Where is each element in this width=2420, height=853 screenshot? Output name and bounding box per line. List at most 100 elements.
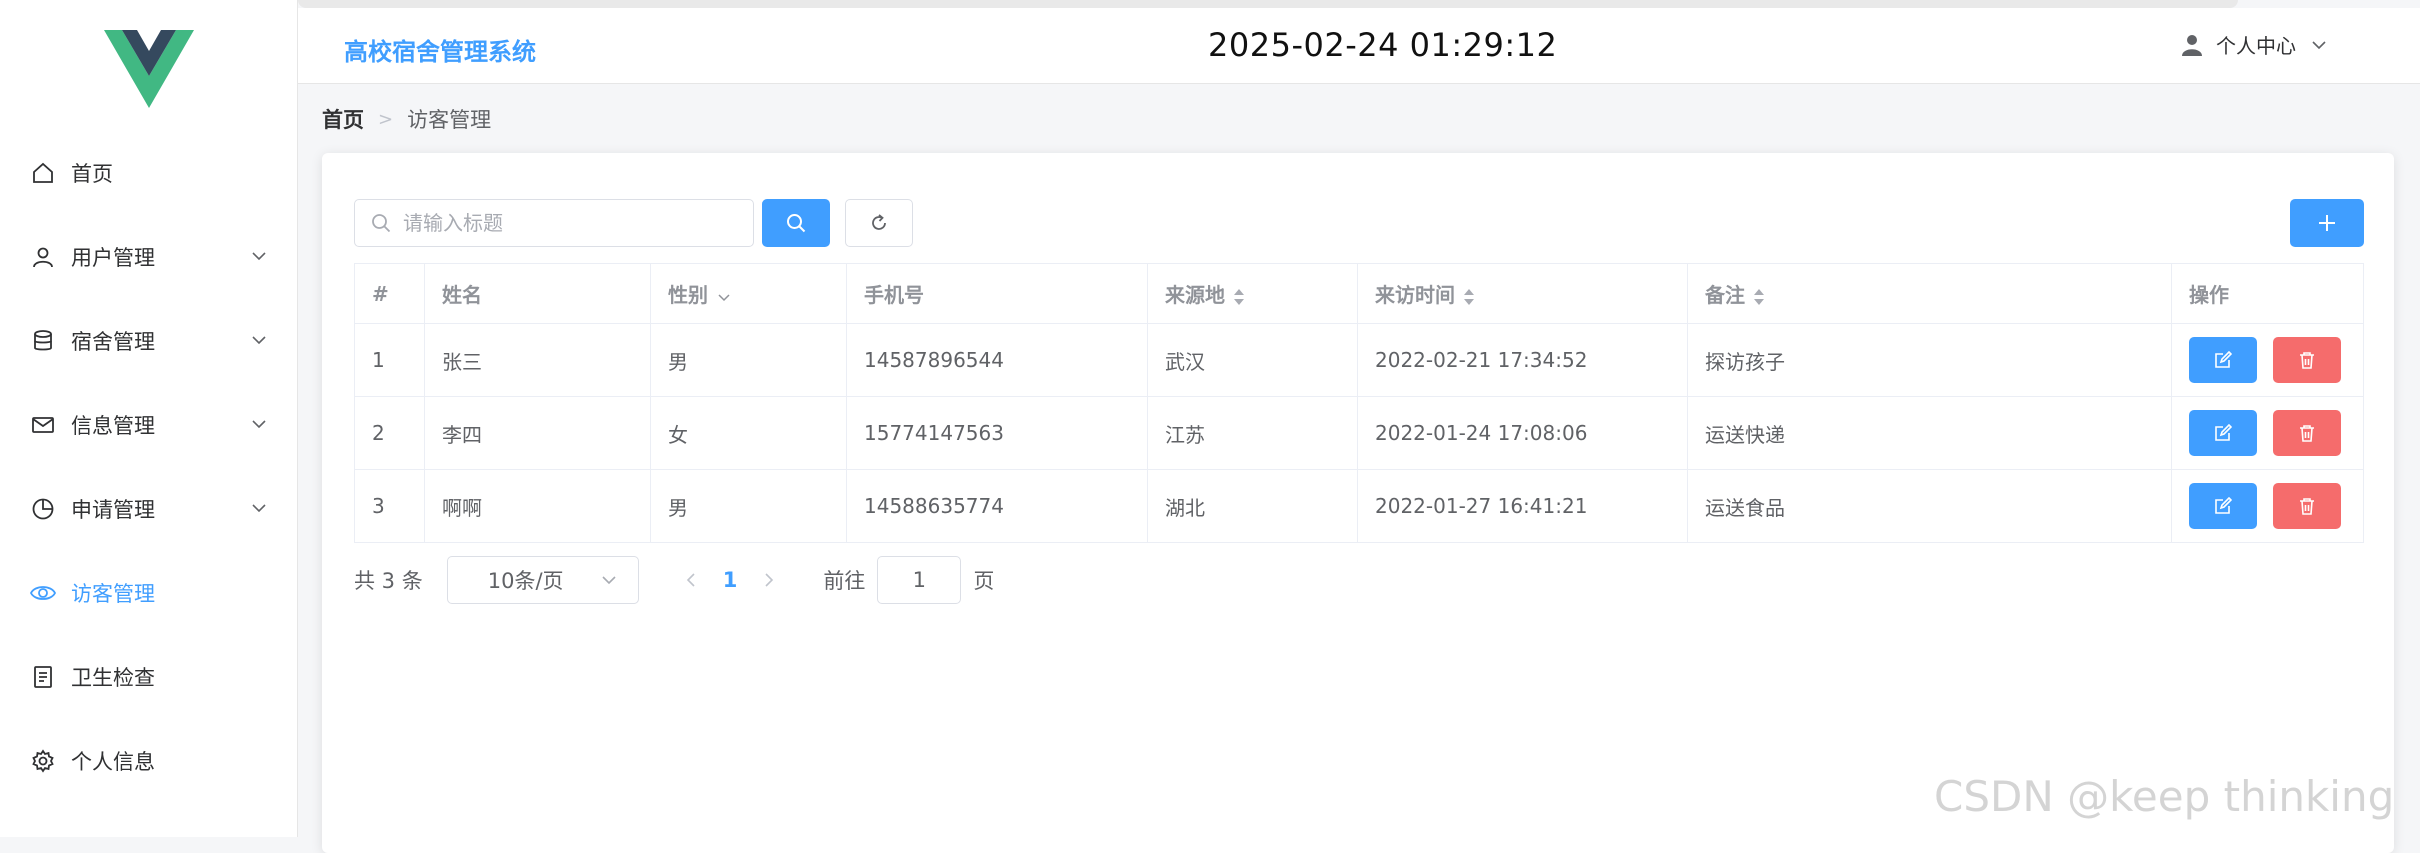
cell-phone: 15774147563 [846,396,1148,470]
column-header-visit-time[interactable]: 来访时间 [1357,263,1688,324]
search-input[interactable] [403,211,743,235]
user-icon [30,244,56,270]
trash-icon [2300,425,2314,442]
column-header-visit-time-label: 来访时间 [1375,283,1455,307]
column-header-origin-label: 来源地 [1165,283,1225,307]
column-header-note[interactable]: 备注 [1687,263,2172,324]
sidebar-item-hygiene-check[interactable]: 卫生检查 [0,635,298,719]
cell-phone: 14587896544 [846,323,1148,397]
user-icon [2182,34,2202,56]
user-center-label: 个人中心 [2216,34,2296,58]
sidebar-item-label: 宿舍管理 [71,330,155,354]
cell-origin: 湖北 [1147,469,1358,543]
edit-button[interactable] [2189,483,2257,529]
table-row: 1 张三 男 14587896544 武汉 2022-02-21 17:34:5… [354,323,2364,397]
column-header-name: 姓名 [424,263,651,324]
sidebar-menu: 首页 用户管理 宿舍管理 信息管理 申请管理 访客管理 卫生检查 个人信息 [0,131,298,803]
trash-icon [2300,352,2314,369]
chevron-down-icon [252,504,266,513]
pie-chart-icon [30,496,56,522]
datetime-display: 2025-02-24 01:29:12 [1208,26,1558,64]
delete-button[interactable] [2273,337,2341,383]
filter-chevron-icon [718,293,730,301]
cell-visit-time: 2022-01-24 17:08:06 [1357,396,1688,470]
table-row: 2 李四 女 15774147563 江苏 2022-01-24 17:08:0… [354,396,2364,470]
delete-button[interactable] [2273,410,2341,456]
cell-index: 1 [354,323,425,397]
app-title: 高校宿舍管理系统 [344,38,536,66]
next-page-icon[interactable] [759,570,779,590]
search-input-wrapper[interactable] [354,199,754,247]
sidebar-item-visitor-management[interactable]: 访客管理 [0,551,298,635]
pagination: 共 3 条 10条/页 1 前往 页 [354,556,994,604]
sidebar-item-dorm-management[interactable]: 宿舍管理 [0,299,298,383]
visitor-table: # 姓名 性别 手机号 来源地 来访时间 备注 操作 1 张三 男 145878… [354,263,2364,543]
add-button[interactable] [2290,199,2364,247]
chevron-down-icon [2312,40,2326,49]
breadcrumb-home[interactable]: 首页 [322,104,364,134]
sidebar-item-application-management[interactable]: 申请管理 [0,467,298,551]
cell-index: 2 [354,396,425,470]
edit-icon [2215,424,2232,441]
chevron-down-icon [252,336,266,345]
chevron-down-icon [252,252,266,261]
breadcrumb-current: 访客管理 [407,108,492,132]
goto-label: 前往 [823,569,866,593]
chevron-right-icon: > [378,108,394,130]
cell-gender: 男 [650,323,847,397]
column-header-index: # [354,263,425,324]
column-header-gender[interactable]: 性别 [650,263,847,324]
cell-gender: 女 [650,396,847,470]
vue-logo-icon [104,30,194,108]
column-header-actions: 操作 [2171,263,2364,324]
sidebar-item-label: 申请管理 [71,498,155,522]
database-icon [30,328,56,354]
page-size-value: 10条/页 [487,569,564,593]
column-header-origin[interactable]: 来源地 [1147,263,1358,324]
column-header-note-label: 备注 [1705,283,1745,307]
sidebar-item-home[interactable]: 首页 [0,131,298,215]
cell-gender: 男 [650,469,847,543]
sidebar-item-personal-info[interactable]: 个人信息 [0,719,298,803]
cell-origin: 武汉 [1147,323,1358,397]
chevron-down-icon [252,420,266,429]
page-number-current[interactable]: 1 [723,568,738,592]
sidebar-item-label: 访客管理 [71,582,155,606]
cell-origin: 江苏 [1147,396,1358,470]
window-top-edge [298,0,2238,8]
cell-actions [2171,469,2364,543]
sidebar-item-label: 个人信息 [71,750,155,774]
search-icon [787,214,806,233]
cell-name: 李四 [424,396,651,470]
content-card: # 姓名 性别 手机号 来源地 来访时间 备注 操作 1 张三 男 145878… [322,153,2394,853]
sidebar-item-label: 首页 [71,162,113,186]
reset-button[interactable] [845,199,913,247]
column-header-phone: 手机号 [846,263,1148,324]
breadcrumb: 首页 > 访客管理 [322,104,491,134]
cell-note: 运送食品 [1687,469,2172,543]
delete-button[interactable] [2273,483,2341,529]
gear-icon [30,748,56,774]
cell-note: 探访孩子 [1687,323,2172,397]
top-header: 高校宿舍管理系统 2025-02-24 01:29:12 个人中心 [298,8,2420,84]
prev-page-icon[interactable] [681,570,701,590]
cell-note: 运送快递 [1687,396,2172,470]
sidebar-item-label: 卫生检查 [71,666,155,690]
sidebar-item-user-management[interactable]: 用户管理 [0,215,298,299]
user-center-dropdown[interactable]: 个人中心 [2180,30,2328,59]
cell-visit-time: 2022-01-27 16:41:21 [1357,469,1688,543]
watermark: CSDN @keep thinking [1934,772,2395,821]
eye-icon [30,580,56,606]
cell-actions [2171,323,2364,397]
edit-button[interactable] [2189,410,2257,456]
cell-index: 3 [354,469,425,543]
sidebar: 首页 用户管理 宿舍管理 信息管理 申请管理 访客管理 卫生检查 个人信息 [0,0,298,837]
edit-button[interactable] [2189,337,2257,383]
goto-page-input[interactable] [877,556,962,604]
sidebar-item-label: 用户管理 [71,246,155,270]
search-button[interactable] [762,199,830,247]
page-size-select[interactable]: 10条/页 [446,556,639,604]
sidebar-item-info-management[interactable]: 信息管理 [0,383,298,467]
sort-icon [1754,288,1764,305]
pagination-total: 共 3 条 [354,569,423,593]
